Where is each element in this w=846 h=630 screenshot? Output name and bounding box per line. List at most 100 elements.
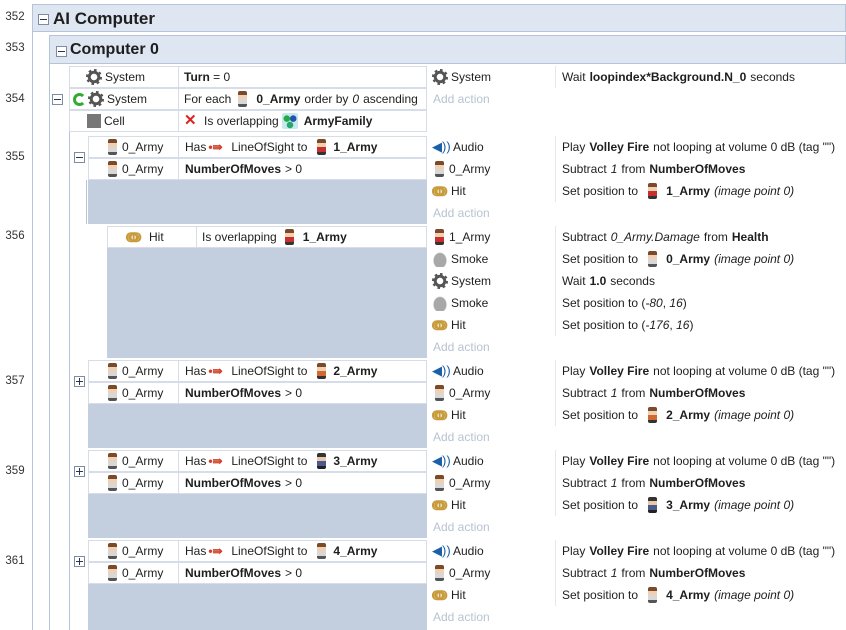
condition-row[interactable]: 0_Army NumberOfMoves > 0 bbox=[88, 562, 427, 584]
condition-object: System bbox=[107, 92, 148, 106]
audio-icon: ◀)) bbox=[432, 453, 451, 468]
action-row[interactable]: System Wait loopindex*Background.N_0 secon… bbox=[429, 66, 846, 88]
group-ai-computer[interactable]: AI Computer bbox=[32, 4, 846, 32]
action-row[interactable]: 1_Army Subtract 0_Army.Damage from Health bbox=[429, 226, 846, 248]
group-computer-0[interactable]: Computer 0 bbox=[49, 35, 846, 64]
condition-row[interactable]: Cell ✕ Is overlapping ArmyFamily bbox=[69, 110, 427, 132]
condition-row[interactable]: 0_Army NumberOfMoves > 0 bbox=[88, 382, 427, 404]
action-text: Set position to bbox=[562, 252, 639, 266]
condition-text: Has bbox=[185, 140, 207, 154]
condition-param: NumberOfMoves bbox=[185, 566, 282, 580]
add-action-link[interactable]: Add action bbox=[429, 202, 846, 224]
action-text: Set position to bbox=[562, 408, 639, 422]
action-param: 1 bbox=[610, 162, 618, 176]
expand-toggle[interactable] bbox=[74, 466, 85, 477]
condition-row[interactable]: System For each 0_Army order by 0 ascending bbox=[69, 88, 427, 110]
action-object: Smoke bbox=[451, 252, 489, 266]
army-icon bbox=[648, 497, 658, 513]
army-icon bbox=[648, 251, 658, 267]
condition-param: NumberOfMoves bbox=[185, 162, 282, 176]
army-icon bbox=[317, 453, 327, 469]
line-of-sight-icon: •⇛ bbox=[208, 544, 223, 558]
condition-row[interactable]: ↈ Hit Is overlapping 1_Army bbox=[107, 226, 427, 248]
action-row[interactable]: 0_Army Subtract 1 from NumberOfMoves bbox=[429, 158, 846, 180]
action-text: from bbox=[621, 386, 646, 400]
army-icon bbox=[317, 363, 327, 379]
add-action-link[interactable]: Add action bbox=[429, 426, 846, 448]
action-text: from bbox=[621, 162, 646, 176]
collapse-toggle[interactable] bbox=[74, 152, 85, 163]
add-action-link[interactable]: Add action bbox=[429, 516, 846, 538]
action-row[interactable]: 0_Army Subtract 1 from NumberOfMoves bbox=[429, 382, 846, 404]
expand-toggle[interactable] bbox=[74, 376, 85, 387]
action-param: NumberOfMoves bbox=[649, 566, 746, 580]
action-param: loopindex*Background.N_0 bbox=[589, 70, 747, 84]
condition-object-ref: 3_Army bbox=[333, 454, 378, 468]
action-row[interactable]: ↈ Hit Set position to 4_Army (image point 0… bbox=[429, 584, 846, 606]
action-text: ) bbox=[682, 296, 687, 310]
action-param: -80 bbox=[645, 296, 663, 310]
action-param: Volley Fire bbox=[589, 364, 650, 378]
action-row[interactable]: ↈ Hit Set position to (-176, 16) bbox=[429, 314, 846, 336]
action-param: 1 bbox=[610, 386, 618, 400]
collapse-toggle[interactable] bbox=[52, 94, 63, 105]
cell-icon bbox=[87, 114, 101, 128]
action-row[interactable]: ◀)) Audio Play Volley Fire not looping at v… bbox=[429, 540, 846, 562]
army-icon bbox=[108, 385, 117, 401]
event-354-conditions[interactable]: System Turn = 0 System For each 0_Army ord… bbox=[69, 66, 427, 132]
action-row[interactable]: ◀)) Audio Play Volley Fire not looping at v… bbox=[429, 360, 846, 382]
action-row[interactable]: ◀)) Audio Play Volley Fire not looping at v… bbox=[429, 450, 846, 472]
add-action-link[interactable]: Add action bbox=[429, 336, 846, 358]
action-row[interactable]: Smoke Set position to (-80, 16) bbox=[429, 292, 846, 314]
action-row[interactable]: ↈ Hit Set position to 3_Army (image point 0… bbox=[429, 494, 846, 516]
condition-object: 0_Army bbox=[122, 386, 164, 400]
action-row[interactable]: Smoke Set position to 0_Army (image point … bbox=[429, 248, 846, 270]
action-row[interactable]: 0_Army Subtract 1 from NumberOfMoves bbox=[429, 562, 846, 584]
event-356-conditions[interactable]: ↈ Hit Is overlapping 1_Army bbox=[107, 226, 427, 358]
action-object: 1_Army bbox=[449, 230, 491, 244]
action-row[interactable]: System Wait 1.0 seconds bbox=[429, 270, 846, 292]
collapse-toggle[interactable] bbox=[56, 46, 67, 57]
action-row[interactable]: ◀)) Audio Play Volley Fire not looping at v… bbox=[429, 136, 846, 158]
condition-row[interactable]: 0_Army Has •⇛ LineOfSight to 3_Army bbox=[88, 450, 427, 472]
action-text: not looping at volume 0 dB (tag "") bbox=[653, 364, 836, 378]
event-359-conditions[interactable]: 0_Army Has •⇛ LineOfSight to 3_Army 0_Army … bbox=[88, 450, 427, 538]
condition-row[interactable]: 0_Army Has •⇛ LineOfSight to 2_Army bbox=[88, 360, 427, 382]
army-icon bbox=[435, 565, 444, 581]
action-object: System bbox=[451, 274, 492, 288]
collapse-toggle[interactable] bbox=[38, 14, 49, 25]
action-object: Hit bbox=[451, 588, 466, 602]
action-text: Subtract bbox=[562, 476, 607, 490]
smoke-icon bbox=[432, 251, 448, 267]
hit-icon: ↈ bbox=[432, 183, 448, 199]
smoke-icon bbox=[432, 295, 448, 311]
action-row[interactable]: ↈ Hit Set position to 2_Army (image point 0… bbox=[429, 404, 846, 426]
event-361-conditions[interactable]: 0_Army Has •⇛ LineOfSight to 4_Army 0_Army … bbox=[88, 540, 427, 630]
action-row[interactable]: ↈ Hit Set position to 1_Army (image point 0… bbox=[429, 180, 846, 202]
condition-row[interactable]: 0_Army Has •⇛ LineOfSight to 4_Army bbox=[88, 540, 427, 562]
condition-text: = 0 bbox=[209, 70, 231, 84]
add-action-label: Add action bbox=[433, 340, 490, 354]
gear-icon bbox=[88, 91, 104, 107]
action-text: Wait bbox=[562, 274, 586, 288]
add-action-link[interactable]: Add action bbox=[429, 88, 846, 110]
action-text: from bbox=[621, 476, 646, 490]
add-action-link[interactable]: Add action bbox=[429, 606, 846, 628]
condition-row[interactable]: 0_Army NumberOfMoves > 0 bbox=[88, 472, 427, 494]
condition-row[interactable]: 0_Army Has •⇛ LineOfSight to 1_Army bbox=[88, 136, 427, 158]
event-357-conditions[interactable]: 0_Army Has •⇛ LineOfSight to 2_Army 0_Army … bbox=[88, 360, 427, 448]
army-icon bbox=[317, 543, 327, 559]
hit-icon: ↈ bbox=[432, 407, 448, 423]
condition-row[interactable]: 0_Army NumberOfMoves > 0 bbox=[88, 158, 427, 180]
army-icon bbox=[108, 161, 117, 177]
action-text: Subtract bbox=[562, 230, 607, 244]
action-text: Set position to bbox=[562, 588, 639, 602]
action-text: Set position to ( bbox=[562, 296, 646, 310]
audio-icon: ◀)) bbox=[432, 139, 451, 154]
action-object: 0_Army bbox=[449, 566, 491, 580]
event-355-conditions[interactable]: 0_Army Has •⇛ LineOfSight to 1_Army 0_Army … bbox=[88, 136, 427, 224]
condition-row[interactable]: System Turn = 0 bbox=[69, 66, 427, 88]
condition-param: Turn bbox=[184, 70, 210, 84]
expand-toggle[interactable] bbox=[74, 556, 85, 567]
action-row[interactable]: 0_Army Subtract 1 from NumberOfMoves bbox=[429, 472, 846, 494]
